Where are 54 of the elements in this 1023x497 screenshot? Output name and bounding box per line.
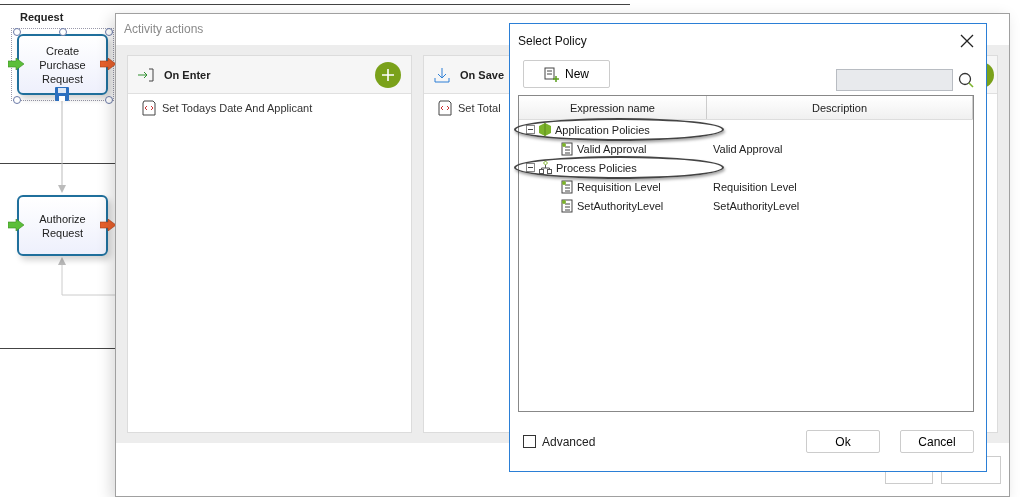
search-icon[interactable] xyxy=(958,72,974,88)
tree-group[interactable]: Application Policies xyxy=(555,123,650,136)
script-icon xyxy=(142,100,156,116)
new-button[interactable]: New xyxy=(523,60,610,88)
activity-node[interactable]: Create Purchase Request xyxy=(17,34,108,95)
search-field[interactable] xyxy=(836,69,953,91)
collapse-toggle[interactable] xyxy=(526,163,535,172)
dialog-title: Select Policy xyxy=(518,33,587,48)
window-title: Activity actions xyxy=(124,22,204,36)
outgoing-arrow-icon xyxy=(100,58,116,70)
plus-icon xyxy=(381,67,395,82)
column-header[interactable]: Expression name xyxy=(519,96,707,119)
resize-handle[interactable] xyxy=(105,96,113,104)
collapse-toggle[interactable] xyxy=(526,125,535,134)
resize-handle[interactable] xyxy=(13,96,21,104)
tree-group[interactable]: Process Policies xyxy=(556,161,637,174)
enter-icon xyxy=(138,67,154,82)
close-button[interactable] xyxy=(960,33,974,48)
action-item[interactable]: Set Todays Date And Applicant xyxy=(162,102,313,114)
policy-description: Valid Approval xyxy=(712,142,784,155)
close-icon xyxy=(960,33,974,48)
panel-title: On Enter xyxy=(164,68,211,81)
advanced-checkbox[interactable] xyxy=(523,435,536,448)
policy-description: Requisition Level xyxy=(712,180,798,193)
resize-handle[interactable] xyxy=(59,28,67,36)
activity-node[interactable]: Authorize Request xyxy=(17,195,108,256)
cancel-button[interactable]: Cancel xyxy=(900,430,974,453)
policy-name[interactable]: Valid Approval xyxy=(577,142,647,155)
hierarchy-icon xyxy=(539,161,552,174)
ok-button[interactable]: Ok xyxy=(806,430,880,453)
panel-title: On Save xyxy=(460,68,505,81)
incoming-arrow-icon xyxy=(8,58,24,70)
new-document-icon xyxy=(544,66,559,82)
resize-handle[interactable] xyxy=(13,28,21,36)
hexagon-icon xyxy=(539,123,551,136)
checkbox-label: Advanced xyxy=(542,434,596,449)
add-button[interactable] xyxy=(375,61,401,88)
policy-document-icon xyxy=(561,141,573,156)
policy-document-icon xyxy=(561,198,573,213)
lane-title: Request xyxy=(20,11,64,23)
column-header[interactable]: Description xyxy=(707,96,973,119)
policy-document-icon xyxy=(561,179,573,194)
policy-description: SetAuthorityLevel xyxy=(712,199,801,212)
save-icon xyxy=(55,87,69,101)
outgoing-arrow-icon xyxy=(100,219,116,231)
resize-handle[interactable] xyxy=(105,28,113,36)
action-item[interactable]: Set Total xyxy=(458,102,501,114)
incoming-arrow-icon xyxy=(8,219,24,231)
minus-icon xyxy=(527,126,534,133)
script-icon xyxy=(438,100,452,116)
minus-icon xyxy=(527,164,534,171)
download-icon xyxy=(434,66,450,83)
policy-name[interactable]: SetAuthorityLevel xyxy=(577,199,664,212)
policy-name[interactable]: Requisition Level xyxy=(577,180,661,193)
